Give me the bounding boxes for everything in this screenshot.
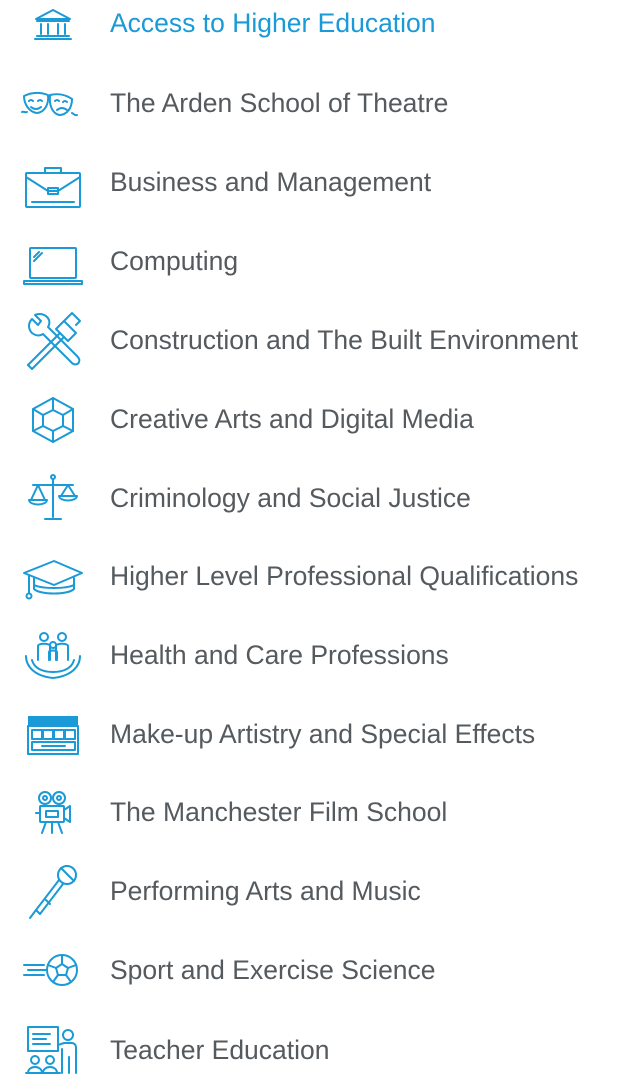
- graduation-cap-icon: [18, 541, 88, 611]
- laptop-icon: [18, 226, 88, 296]
- teacher-board-icon: [18, 1015, 88, 1085]
- subject-link-access-to-higher-education[interactable]: Access to Higher Education: [0, 0, 629, 58]
- university-building-icon: [18, 0, 88, 58]
- hammer-wrench-icon: [18, 305, 88, 375]
- scales-of-justice-icon: [18, 463, 88, 533]
- subject-label: Health and Care Professions: [110, 640, 449, 670]
- subject-link-sport-and-exercise-science[interactable]: Sport and Exercise Science: [0, 935, 629, 1005]
- subject-label: Higher Level Professional Qualifications: [110, 561, 579, 591]
- microphone-icon: [18, 856, 88, 926]
- subject-link-make-up-artistry-and-special-effects[interactable]: Make-up Artistry and Special Effects: [0, 699, 629, 769]
- subject-link-higher-level-professional-qualifications[interactable]: Higher Level Professional Qualifications: [0, 541, 629, 611]
- subject-link-computing[interactable]: Computing: [0, 226, 629, 296]
- cube-icon: [18, 384, 88, 454]
- subject-link-business-and-management[interactable]: Business and Management: [0, 147, 629, 217]
- subject-label: Make-up Artistry and Special Effects: [110, 719, 536, 749]
- theatre-masks-icon: [18, 68, 88, 138]
- subject-label: Sport and Exercise Science: [110, 955, 436, 985]
- subject-link-creative-arts-and-digital-media[interactable]: Creative Arts and Digital Media: [0, 384, 629, 454]
- subject-label: Creative Arts and Digital Media: [110, 404, 474, 434]
- film-camera-icon: [18, 777, 88, 847]
- subject-label: The Manchester Film School: [110, 797, 448, 827]
- subject-link-criminology-and-social-justice[interactable]: Criminology and Social Justice: [0, 463, 629, 533]
- subject-link-health-and-care-professions[interactable]: Health and Care Professions: [0, 620, 629, 690]
- subject-label: The Arden School of Theatre: [110, 88, 449, 118]
- subject-label: Criminology and Social Justice: [110, 483, 471, 513]
- subject-label: Business and Management: [110, 167, 432, 197]
- subject-link-manchester-film-school[interactable]: The Manchester Film School: [0, 777, 629, 847]
- subject-label: Construction and The Built Environment: [110, 325, 578, 355]
- subject-link-arden-school-of-theatre[interactable]: The Arden School of Theatre: [0, 68, 629, 138]
- subject-label: Performing Arts and Music: [110, 876, 421, 906]
- makeup-palette-icon: [18, 699, 88, 769]
- subject-label: Access to Higher Education: [110, 8, 436, 38]
- football-icon: [18, 935, 88, 1005]
- subject-link-teacher-education[interactable]: Teacher Education: [0, 1015, 629, 1085]
- briefcase-icon: [18, 147, 88, 217]
- subject-link-construction-and-built-environment[interactable]: Construction and The Built Environment: [0, 305, 629, 375]
- subject-label: Teacher Education: [110, 1035, 330, 1065]
- subject-label: Computing: [110, 246, 239, 276]
- subject-link-performing-arts-and-music[interactable]: Performing Arts and Music: [0, 856, 629, 926]
- family-hands-icon: [18, 620, 88, 690]
